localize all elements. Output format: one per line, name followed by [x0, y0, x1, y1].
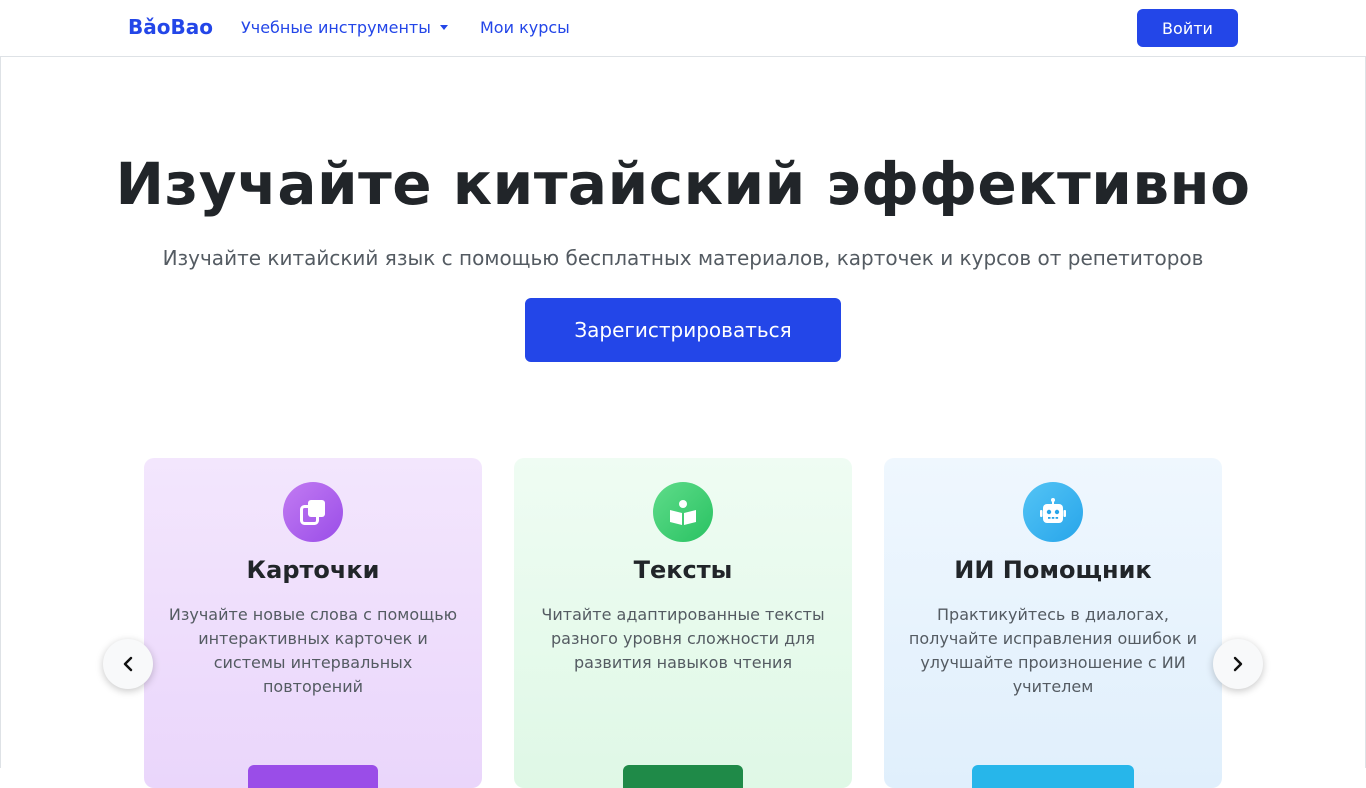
hero-title: Изучайте китайский эффективно — [115, 150, 1251, 218]
caret-down-icon — [439, 25, 448, 30]
card-action-button[interactable] — [623, 765, 743, 788]
carousel-prev-button[interactable] — [103, 639, 153, 689]
card-description: Изучайте новые слова с помощью интеракти… — [168, 605, 458, 696]
card-title: Тексты — [633, 556, 733, 584]
chevron-right-icon — [1233, 656, 1243, 672]
brand-logo[interactable]: BǎoBao — [128, 15, 213, 39]
card-title: ИИ Помощник — [954, 556, 1152, 584]
card-title: Карточки — [246, 556, 380, 584]
nav-tools-label: Учебные инструменты — [241, 18, 431, 37]
chevron-left-icon — [123, 656, 133, 672]
book-reader-icon — [653, 482, 713, 542]
hero-subtitle: Изучайте китайский язык с помощью беспла… — [162, 246, 1204, 270]
carousel-next-button[interactable] — [1213, 639, 1263, 689]
card-description: Практикуйтесь в диалогах, получайте испр… — [908, 605, 1198, 696]
robot-icon — [1023, 482, 1083, 542]
feature-card-texts[interactable]: Тексты Читайте адаптированные тексты раз… — [514, 458, 852, 788]
cards-icon — [283, 482, 343, 542]
nav-my-courses[interactable]: Мои курсы — [480, 18, 570, 37]
card-action-button[interactable] — [972, 765, 1134, 788]
card-description: Читайте адаптированные тексты разного ур… — [541, 605, 825, 672]
feature-card-ai-assistant[interactable]: ИИ Помощник Практикуйтесь в диалогах, по… — [884, 458, 1222, 788]
nav-tools-dropdown[interactable]: Учебные инструменты — [241, 18, 448, 37]
feature-card-flashcards[interactable]: Карточки Изучайте новые слова с помощью … — [144, 458, 482, 788]
card-action-button[interactable] — [248, 765, 378, 788]
login-button[interactable]: Войти — [1137, 9, 1238, 47]
top-navbar: BǎoBao Учебные инструменты Мои курсы Вой… — [0, 0, 1366, 57]
signup-button[interactable]: Зарегистрироваться — [525, 298, 841, 362]
